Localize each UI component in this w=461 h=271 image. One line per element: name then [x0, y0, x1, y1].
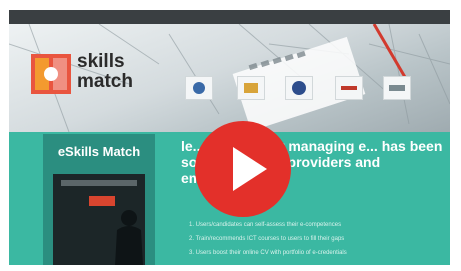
brand-name: skills match — [77, 52, 133, 92]
list-item: 2. Train/recommends ICT courses to users… — [189, 236, 345, 242]
brand-line-2: match — [77, 71, 133, 92]
partner-logo — [285, 76, 313, 100]
partner-logo — [185, 76, 213, 100]
brand-line-1: skills — [77, 51, 125, 72]
partner-logo — [237, 76, 265, 100]
partner-logo — [383, 76, 411, 100]
video-top-bar — [9, 10, 450, 24]
person-figure — [115, 210, 143, 265]
preview-bar — [61, 180, 137, 186]
play-button[interactable] — [195, 121, 291, 217]
video-thumbnail[interactable]: skills match eSkills Match le... concept… — [9, 10, 450, 265]
list-item: 1. Users/candidates can self-assess thei… — [189, 222, 342, 228]
feature-list: 1. Users/candidates can self-assess thei… — [189, 218, 450, 260]
play-icon — [233, 147, 267, 191]
list-item: 3. Users boost their online CV with port… — [189, 250, 347, 256]
preview-button — [89, 196, 115, 206]
skills-match-logo — [31, 54, 71, 94]
panel-title: eSkills Match — [57, 144, 141, 159]
partner-logo — [335, 76, 363, 100]
